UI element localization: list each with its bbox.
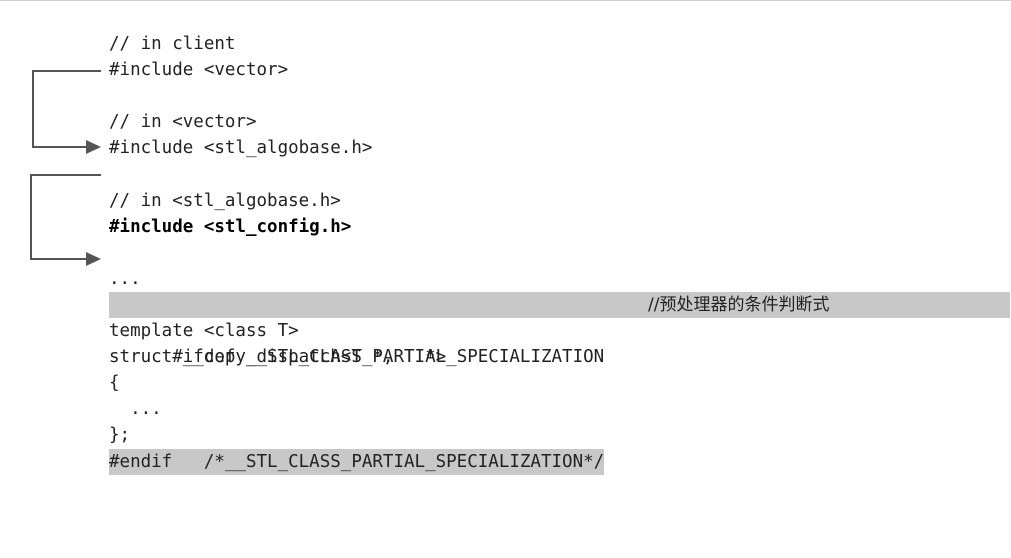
- include-stl-algobase: #include <stl_algobase.h>: [109, 138, 373, 159]
- code-line: template <class T>: [109, 318, 1011, 344]
- endif-directive: #endif /*__STL_CLASS_PARTIAL_SPECIALIZAT…: [109, 448, 605, 475]
- code-block: // in client #include <vector> // in <ve…: [109, 31, 1011, 475]
- code-line: // in <stl_algobase.h>: [109, 188, 1011, 214]
- code-line: ...: [109, 396, 1011, 422]
- code-line-endif: #endif /*__STL_CLASS_PARTIAL_SPECIALIZAT…: [109, 448, 1011, 475]
- ellipsis: ...: [109, 268, 141, 289]
- include-stl-config: #include <stl_config.h>: [109, 216, 352, 237]
- include-arrow-2-icon: [30, 174, 101, 266]
- code-line: // in <vector>: [109, 109, 1011, 135]
- code-line: #include <vector>: [109, 57, 1011, 83]
- comment-in-vector: // in <vector>: [109, 112, 257, 133]
- ifdef-comment: //预处理器的条件判断式: [648, 294, 830, 315]
- template-decl: template <class T>: [109, 321, 299, 342]
- highlight-bar: [109, 291, 1010, 318]
- code-line-ifdef: #ifdef __STL_CLASS_PARTIAL_SPECIALIZATIO…: [109, 291, 1011, 367]
- code-line: ...: [109, 266, 1011, 292]
- comment-in-client: // in client: [109, 34, 236, 54]
- code-line: #include <stl_algobase.h>: [109, 135, 1011, 161]
- comment-in-stl-algobase: // in <stl_algobase.h>: [109, 190, 341, 211]
- close-brace: };: [109, 425, 131, 446]
- open-brace: {: [109, 373, 120, 394]
- code-page: // in client #include <vector> // in <ve…: [0, 0, 1011, 558]
- code-line: };: [109, 422, 1011, 448]
- code-line: // in client: [109, 31, 1011, 57]
- include-arrow-1-icon: [32, 70, 101, 154]
- ifdef-directive: #ifdef __STL_CLASS_PARTIAL_SPECIALIZATIO…: [172, 347, 605, 368]
- include-vector: #include <vector>: [109, 60, 289, 81]
- body-ellipsis: ...: [109, 399, 162, 420]
- code-line: {: [109, 370, 1011, 396]
- code-line: #include <stl_config.h>: [109, 214, 1011, 240]
